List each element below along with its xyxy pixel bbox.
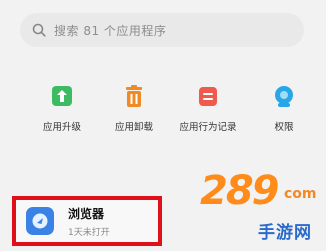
- search-placeholder: 搜索 81 个应用程序: [54, 23, 167, 38]
- tool-label: 应用卸载: [114, 122, 153, 133]
- search-icon: [32, 23, 46, 37]
- tool-app-uninstall[interactable]: 应用卸载: [94, 82, 174, 133]
- watermark-text: 手游网: [258, 223, 312, 243]
- tools-row: 应用升级 应用卸载 应用行为记录 权限: [0, 82, 326, 142]
- search-bar[interactable]: 搜索 81 个应用程序: [20, 13, 304, 47]
- tool-label: 应用升级: [42, 122, 81, 133]
- tool-permissions[interactable]: 权限: [244, 82, 324, 133]
- browser-icon: [26, 207, 54, 235]
- watermark-domain: com: [284, 186, 317, 202]
- app-name: 浏览器: [68, 207, 105, 221]
- record-icon: [199, 87, 217, 106]
- watermark-number: 289: [200, 168, 279, 214]
- tool-app-behavior-record[interactable]: 应用行为记录: [168, 82, 248, 133]
- tool-label: 权限: [274, 122, 294, 133]
- upload-icon: [52, 86, 72, 106]
- tool-app-upgrade[interactable]: 应用升级: [22, 82, 102, 133]
- trash-icon: [126, 85, 142, 107]
- tool-label: 应用行为记录: [179, 122, 237, 133]
- app-item-browser[interactable]: 浏览器 1天未打开: [12, 196, 162, 246]
- permission-icon: [275, 86, 293, 107]
- app-last-opened: 1天未打开: [68, 228, 110, 238]
- watermark-logo: 289 com 手游网: [200, 168, 324, 248]
